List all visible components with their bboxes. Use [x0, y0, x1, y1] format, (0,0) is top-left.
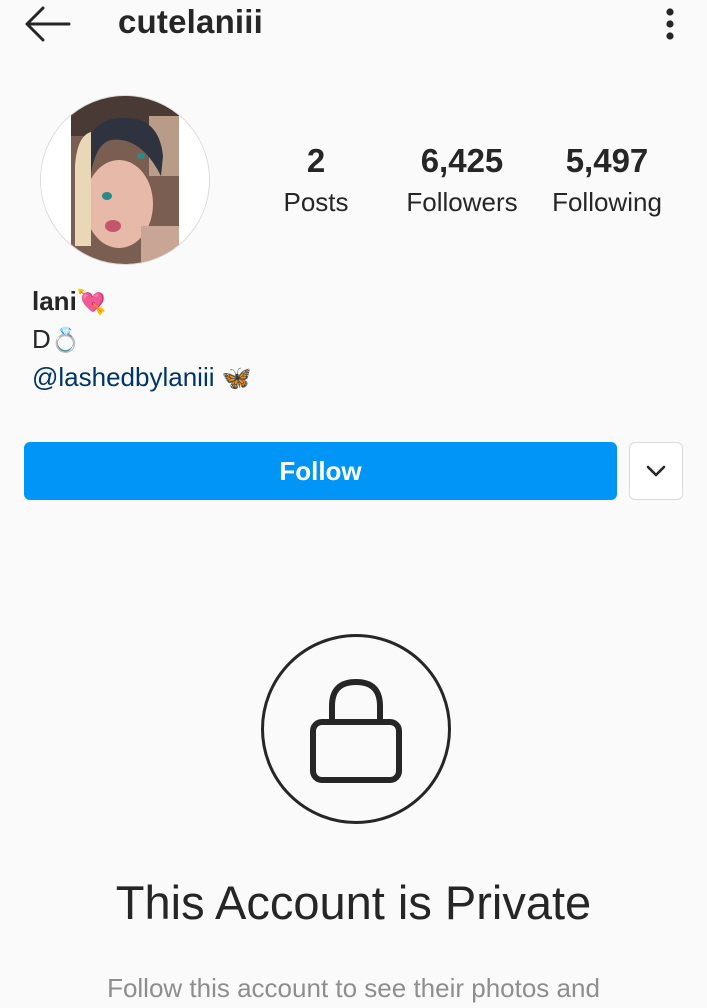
more-options-button[interactable] — [650, 4, 690, 44]
stat-following[interactable]: 5,497 Following — [540, 140, 674, 222]
back-button[interactable] — [18, 4, 74, 44]
bio-line-2: D💍 — [32, 321, 252, 359]
butterfly-emoji: 🦋 — [221, 364, 252, 392]
bio-name-line: lani💘 — [32, 283, 252, 321]
profile-bio: lani💘 D💍 @lashedbylaniii 🦋 — [32, 283, 252, 397]
suggested-accounts-dropdown-button[interactable] — [629, 442, 683, 500]
bio-link-line: @lashedbylaniii 🦋 — [32, 359, 252, 397]
chevron-down-icon — [646, 465, 666, 477]
following-label: Following — [552, 187, 662, 217]
bio-text: D — [32, 324, 51, 354]
private-lock-badge — [261, 634, 451, 824]
stat-followers[interactable]: 6,425 Followers — [395, 140, 529, 222]
posts-label: Posts — [283, 187, 349, 217]
posts-count: 2 — [306, 142, 326, 179]
bio-display-name: lani — [32, 286, 77, 316]
private-account-title: This Account is Private — [115, 876, 592, 929]
bio-mention-link[interactable]: @lashedbylaniii — [32, 362, 215, 392]
ring-emoji: 💍 — [50, 326, 81, 354]
stat-posts: 2 Posts — [266, 140, 366, 222]
followers-label: Followers — [406, 187, 518, 217]
profile-username-title: cutelaniii — [118, 3, 264, 40]
app-header: cutelaniii — [0, 0, 707, 56]
more-vertical-icon — [666, 8, 674, 40]
arrow-left-icon — [25, 6, 71, 42]
profile-stats: 2 Posts 6,425 Followers 5,497 Following — [0, 140, 707, 230]
followers-count: 6,425 — [420, 142, 504, 179]
lock-icon — [310, 678, 402, 783]
heart-arrow-emoji: 💘 — [76, 288, 107, 316]
following-count: 5,497 — [565, 142, 649, 179]
private-account-subtitle: Follow this account to see their photos … — [107, 973, 600, 1003]
follow-button[interactable]: Follow — [24, 442, 617, 500]
